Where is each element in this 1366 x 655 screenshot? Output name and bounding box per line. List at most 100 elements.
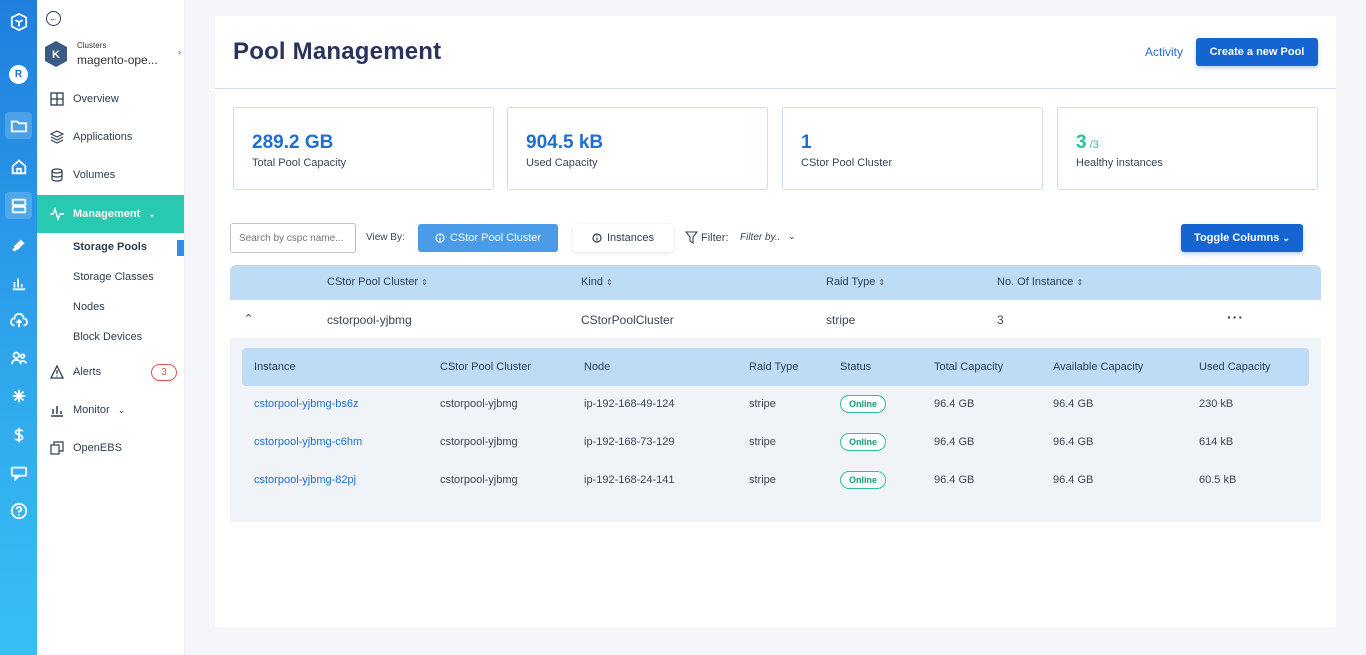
column-header[interactable]: No. Of Instance ⇕ [997, 276, 1083, 288]
table-row: cstorpool-yjbmg-82pj cstorpool-yjbmg ip-… [242, 462, 1309, 500]
bar-chart-icon[interactable] [5, 269, 32, 296]
cloud-upload-icon[interactable] [5, 307, 32, 334]
chevron-right-icon: › [178, 47, 181, 57]
column-header[interactable]: Raid Type ⇕ [826, 276, 885, 288]
chevron-down-icon[interactable]: ⌄ [788, 231, 796, 242]
alerts-count-badge: 3 [151, 364, 177, 381]
database-icon [51, 168, 63, 182]
sidebar-item-overview[interactable]: Overview [37, 80, 184, 118]
status-badge: Online [840, 433, 887, 451]
cell-used: 614 kB [1199, 436, 1234, 448]
avatar[interactable]: R [9, 65, 28, 84]
app-rail: R [0, 0, 37, 655]
sidebar-sub-storage-classes[interactable]: Storage Classes [73, 271, 154, 283]
sidebar-sub-block-devices[interactable]: Block Devices [73, 331, 142, 343]
stat-label: CStor Pool Cluster [801, 157, 893, 169]
sidebar-item-label: Overview [73, 93, 119, 105]
column-header: Status [840, 361, 872, 373]
toggle-columns-button[interactable]: Toggle Columns ⌄ [1181, 224, 1303, 252]
instance-link[interactable]: cstorpool-yjbmg-82pj [254, 474, 356, 486]
sidebar-item-monitor[interactable]: Monitor ⌄ [37, 391, 184, 429]
more-options-icon[interactable]: ··· [1227, 309, 1244, 325]
view-instances-button[interactable]: Instances [573, 224, 673, 252]
cell-used: 230 kB [1199, 398, 1234, 410]
server-icon[interactable] [5, 192, 32, 219]
svg-text:K: K [52, 49, 60, 61]
cluster-name: magento-ope... [77, 53, 158, 67]
chevron-down-icon: ⌄ [1282, 232, 1290, 243]
stat-value: 289.2 GB [252, 132, 334, 153]
cell-available: 96.4 GB [1053, 436, 1094, 448]
warning-icon [50, 365, 64, 379]
cell-raid: stripe [749, 398, 776, 410]
folder-icon[interactable] [5, 112, 32, 139]
stat-label: Total Pool Capacity [252, 157, 347, 169]
sidebar-sub-storage-pools[interactable]: Storage Pools [73, 241, 147, 253]
home-icon[interactable] [5, 153, 32, 180]
search-input[interactable] [230, 223, 356, 253]
stat-total-capacity: 289.2 GB Total Pool Capacity [233, 107, 494, 190]
back-arrow-icon[interactable]: ← [46, 11, 61, 26]
logo-icon[interactable] [5, 8, 32, 35]
status-badge: Online [840, 471, 887, 489]
satellite-icon[interactable] [5, 231, 32, 258]
cell-cluster: cstorpool-yjbmg [440, 436, 518, 448]
sidebar-sub-nodes[interactable]: Nodes [73, 301, 105, 313]
table-row: cstorpool-yjbmg-c6hm cstorpool-yjbmg ip-… [242, 424, 1309, 462]
cell-raid: stripe [749, 436, 776, 448]
layers-icon [50, 130, 64, 144]
stat-healthy-instances: 3 /3 Healthy instances [1057, 107, 1318, 190]
copy-icon [50, 441, 64, 455]
stat-value: 3 /3 [1076, 132, 1099, 153]
sidebar-item-label: Management [73, 208, 141, 220]
sidebar: ← K Clusters magento-ope... › Overview A… [37, 0, 185, 655]
chat-icon[interactable] [5, 459, 32, 486]
stat-pool-cluster: 1 CStor Pool Cluster [782, 107, 1043, 190]
column-header: CStor Pool Cluster [440, 361, 532, 373]
divider [215, 88, 1336, 89]
column-header[interactable]: Kind ⇕ [581, 276, 613, 288]
filter-select[interactable]: Filter by.. [740, 232, 780, 243]
stat-value: 1 [801, 132, 812, 153]
pulse-icon [50, 207, 64, 221]
cell-raid: stripe [826, 313, 856, 327]
instance-link[interactable]: cstorpool-yjbmg-bs6z [254, 398, 359, 410]
sort-icon: ⇕ [878, 278, 886, 287]
activity-link[interactable]: Activity [1145, 45, 1183, 59]
chart-icon [51, 406, 63, 417]
create-pool-button[interactable]: Create a new Pool [1196, 38, 1318, 66]
stat-value: 904.5 kB [526, 132, 604, 153]
table-row[interactable]: ⌃ cstorpool-yjbmg CStorPoolCluster strip… [230, 300, 1321, 338]
table-row: cstorpool-yjbmg-bs6z cstorpool-yjbmg ip-… [242, 386, 1309, 424]
sidebar-item-applications[interactable]: Applications [37, 118, 184, 156]
dollar-icon[interactable] [5, 421, 32, 448]
cell-available: 96.4 GB [1053, 474, 1094, 486]
info-icon [435, 233, 445, 243]
sort-icon: ⇕ [1076, 278, 1084, 287]
sidebar-item-volumes[interactable]: Volumes [37, 156, 184, 194]
column-header: Raid Type [749, 361, 799, 373]
instance-link[interactable]: cstorpool-yjbmg-c6hm [254, 436, 362, 448]
cell-node: ip-192-168-73-129 [584, 436, 675, 448]
sidebar-item-label: OpenEBS [73, 442, 122, 454]
column-header[interactable]: CStor Pool Cluster ⇕ [327, 276, 428, 288]
view-cluster-button[interactable]: CStor Pool Cluster [418, 224, 558, 252]
bug-icon[interactable] [5, 382, 32, 409]
chevron-down-icon: ⌄ [148, 208, 156, 219]
help-icon[interactable] [5, 497, 32, 524]
sidebar-item-management[interactable]: Management ⌄ [37, 195, 184, 233]
column-header: Used Capacity [1199, 361, 1271, 373]
cell-raid: stripe [749, 474, 776, 486]
cell-total: 96.4 GB [934, 398, 975, 410]
sidebar-item-openebs[interactable]: OpenEBS [37, 429, 184, 467]
users-icon[interactable] [5, 344, 32, 371]
column-header: Total Capacity [934, 361, 1004, 373]
stat-used-capacity: 904.5 kB Used Capacity [507, 107, 768, 190]
column-header: Instance [254, 361, 296, 373]
cluster-selector[interactable]: K Clusters magento-ope... › [43, 39, 181, 71]
cell-kind: CStorPoolCluster [581, 313, 674, 327]
table-header: CStor Pool Cluster ⇕ Kind ⇕ Raid Type ⇕ No.… [230, 265, 1321, 300]
sidebar-item-label: Alerts [73, 366, 102, 378]
chevron-up-icon[interactable]: ⌃ [244, 312, 253, 325]
cluster-caption: Clusters [77, 41, 107, 50]
